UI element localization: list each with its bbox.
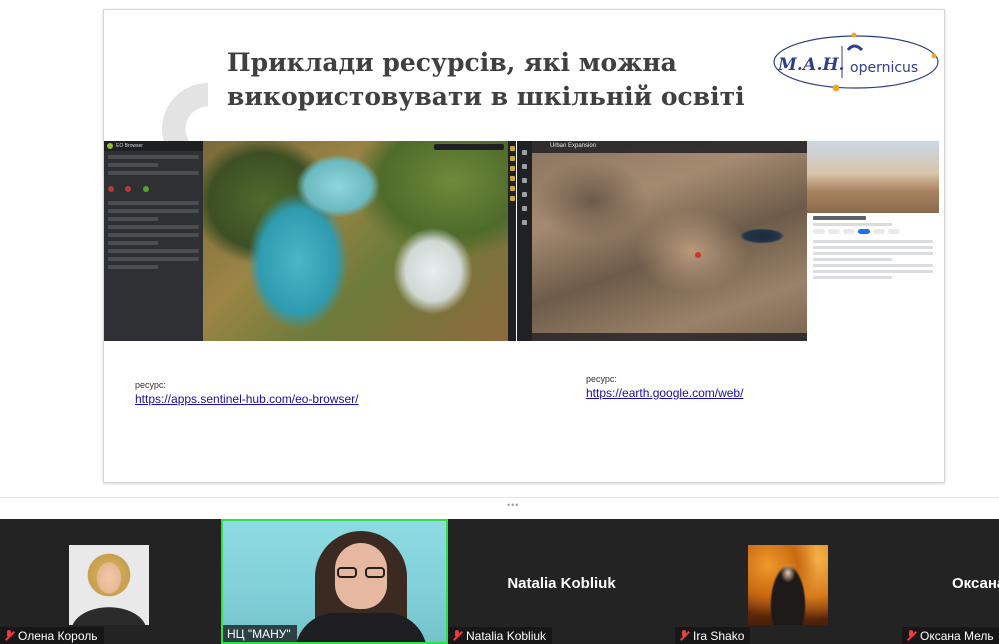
eo-row xyxy=(108,217,158,221)
year-chip xyxy=(873,229,885,234)
participant-name: НЦ "МАНУ" xyxy=(227,626,291,641)
grip-dots-icon[interactable]: ••• xyxy=(507,501,519,510)
eo-row xyxy=(108,241,158,245)
eo-row xyxy=(108,233,199,237)
card-line xyxy=(813,270,933,273)
participant-display-name: Natalia Kobliuk xyxy=(507,575,616,592)
eo-row xyxy=(108,171,199,175)
tool-icon xyxy=(509,146,515,151)
projects-icon xyxy=(522,206,527,211)
participant-name: Natalia Kobliuk xyxy=(466,628,547,643)
participant-tile[interactable]: Ira Shako xyxy=(675,519,902,644)
participant-gallery: Олена Король НЦ "МАНУ" Natalia Kobliuk N… xyxy=(0,519,999,644)
mic-muted-icon xyxy=(4,630,14,641)
mic-muted-icon xyxy=(452,630,462,641)
card-line xyxy=(813,264,933,267)
participant-nametag: Ira Shako xyxy=(675,627,751,644)
tool-icon xyxy=(509,196,515,201)
participant-display-name: Оксана xyxy=(952,575,999,592)
participant-nametag: Natalia Kobliuk xyxy=(448,627,553,644)
story-card xyxy=(807,141,939,341)
year-chip xyxy=(828,229,840,234)
participant-tile[interactable]: Natalia Kobliuk Natalia Kobliuk xyxy=(448,519,675,644)
location-pin-icon xyxy=(695,252,701,258)
participant-avatar xyxy=(69,545,149,625)
year-chip xyxy=(813,229,825,234)
google-earth-link[interactable]: https://earth.google.com/web/ xyxy=(586,386,743,400)
video-person-glasses xyxy=(337,567,385,579)
tool-icon xyxy=(509,166,515,171)
eo-browser-title: EO Browser xyxy=(116,143,143,149)
eo-search-bar xyxy=(434,144,504,150)
tool-icon xyxy=(509,176,515,181)
earth-terrain-image xyxy=(532,141,807,341)
year-chip-active xyxy=(858,229,870,234)
google-earth-screenshot: Urban Expansion xyxy=(517,141,939,341)
tool-icon xyxy=(509,156,515,161)
eo-browser-link[interactable]: https://apps.sentinel-hub.com/eo-browser… xyxy=(135,392,358,406)
card-line xyxy=(813,246,933,249)
presentation-slide: Приклади ресурсів, які можна використову… xyxy=(103,9,945,483)
slide-title: Приклади ресурсів, які можна використову… xyxy=(227,48,745,111)
eo-browser-header: EO Browser xyxy=(104,141,203,151)
layer-dot-icon xyxy=(142,186,149,192)
year-chip xyxy=(843,229,855,234)
menu-icon xyxy=(522,150,527,155)
participant-nametag: Олена Король xyxy=(0,627,104,644)
participant-avatar xyxy=(748,545,828,625)
mic-muted-icon xyxy=(906,630,916,641)
participant-tile[interactable]: Оксана Оксана Мель xyxy=(902,519,999,644)
logo-man-text: М.А.Н. xyxy=(777,55,844,75)
story-card-photo xyxy=(807,141,939,213)
participant-nametag: Оксана Мель xyxy=(902,627,999,644)
layer-dot-icon xyxy=(125,186,132,192)
measure-icon xyxy=(522,220,527,225)
eo-row xyxy=(108,201,199,205)
gallery-resize-handle[interactable]: ••• xyxy=(0,497,999,520)
google-earth-sidebar xyxy=(517,141,532,341)
story-title: Urban Expansion xyxy=(550,143,597,149)
participant-tile[interactable]: Олена Король xyxy=(0,519,221,644)
map-footer-bar xyxy=(532,333,807,341)
voyager-icon xyxy=(522,178,527,183)
year-selector xyxy=(813,229,933,234)
card-line xyxy=(813,276,893,279)
satellite-map-image xyxy=(203,141,508,341)
eo-logo-icon xyxy=(107,143,113,149)
search-icon xyxy=(522,164,527,169)
video-person-body xyxy=(295,613,427,642)
card-heading-line xyxy=(813,216,866,220)
card-line xyxy=(813,258,893,261)
dice-icon xyxy=(522,192,527,197)
eo-row xyxy=(108,163,158,167)
participant-name: Ira Shako xyxy=(693,628,745,643)
story-header-bar: Urban Expansion xyxy=(532,141,807,153)
logo-copernicus-text: opernicus xyxy=(850,60,918,76)
eo-browser-sidebar: EO Browser xyxy=(104,141,203,341)
year-chip xyxy=(888,229,900,234)
man-copernicus-logo: М.А.Н. opernicus xyxy=(773,32,939,92)
resource-label-2: ресурс: xyxy=(586,374,617,384)
tool-icon xyxy=(509,186,515,191)
eo-row xyxy=(108,265,158,269)
participant-name: Олена Король xyxy=(18,628,98,643)
card-line xyxy=(813,252,933,255)
eo-browser-screenshot: EO Browser xyxy=(104,141,516,341)
eo-row xyxy=(108,249,199,253)
card-line xyxy=(813,240,933,243)
mic-muted-icon xyxy=(679,630,689,641)
eo-layer-list xyxy=(104,179,203,197)
card-line xyxy=(813,223,893,226)
eo-row xyxy=(108,225,199,229)
participant-name: Оксана Мель xyxy=(920,628,994,643)
eo-row xyxy=(108,257,199,261)
participant-tile-active-speaker[interactable]: НЦ "МАНУ" xyxy=(221,519,448,644)
shared-screen: Приклади ресурсів, які можна використову… xyxy=(0,0,999,497)
resource-label-1: ресурс: xyxy=(135,380,166,390)
eo-toolbar xyxy=(508,141,516,341)
eo-row xyxy=(108,155,199,159)
eo-row xyxy=(108,209,199,213)
layer-dot-icon xyxy=(108,186,114,192)
participant-nametag: НЦ "МАНУ" xyxy=(223,625,297,642)
